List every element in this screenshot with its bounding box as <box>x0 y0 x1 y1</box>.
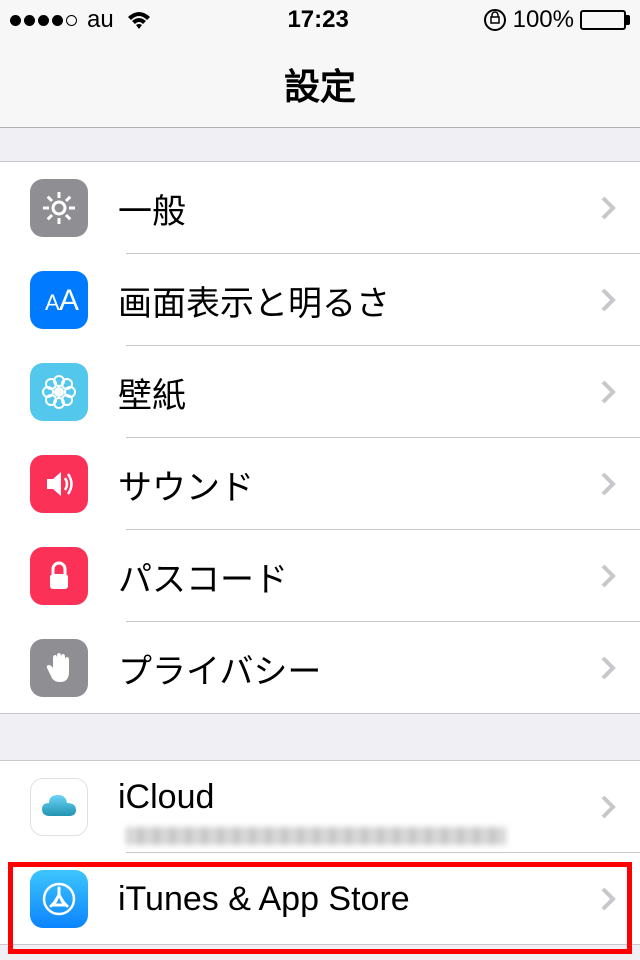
chevron-right-icon <box>600 794 616 820</box>
row-label: パスコード <box>118 552 600 601</box>
chevron-right-icon <box>600 195 616 221</box>
chevron-right-icon <box>600 471 616 497</box>
settings-group-2: iCloud iTunes & App Store <box>0 761 640 945</box>
row-general[interactable]: 一般 <box>0 162 640 254</box>
orientation-lock-icon <box>483 8 507 32</box>
chevron-right-icon <box>600 287 616 313</box>
chevron-right-icon <box>600 886 616 912</box>
settings-group-1: 一般 AA 画面表示と明るさ 壁紙 サウンド パスコード <box>0 162 640 714</box>
row-label: iTunes & App Store <box>118 880 600 919</box>
row-label: 一般 <box>118 184 600 233</box>
battery-percent: 100% <box>513 6 574 34</box>
icloud-account-redacted <box>126 827 506 845</box>
hand-icon <box>30 639 88 697</box>
row-label: 画面表示と明るさ <box>118 276 600 325</box>
row-label: サウンド <box>118 460 600 509</box>
chevron-right-icon <box>600 655 616 681</box>
text-size-icon: AA <box>30 271 88 329</box>
signal-strength-icon <box>10 15 77 26</box>
row-label: iCloud <box>118 778 600 817</box>
gear-icon <box>30 179 88 237</box>
svg-text:A: A <box>59 284 79 317</box>
nav-bar: 設定 <box>0 40 640 128</box>
row-passcode[interactable]: パスコード <box>0 530 640 622</box>
group-spacer <box>0 128 640 162</box>
carrier-label: au <box>87 6 114 34</box>
row-wallpaper[interactable]: 壁紙 <box>0 346 640 438</box>
row-sounds[interactable]: サウンド <box>0 438 640 530</box>
wifi-icon <box>124 9 154 31</box>
clock: 17:23 <box>287 6 348 34</box>
chevron-right-icon <box>600 379 616 405</box>
row-icloud[interactable]: iCloud <box>0 761 640 853</box>
page-title: 設定 <box>284 58 356 110</box>
row-privacy[interactable]: プライバシー <box>0 622 640 714</box>
battery-icon <box>580 10 630 30</box>
speaker-icon <box>30 455 88 513</box>
status-bar: au 17:23 100% <box>0 0 640 40</box>
group-spacer <box>0 713 640 761</box>
row-label: プライバシー <box>118 644 600 693</box>
svg-text:A: A <box>45 290 60 315</box>
row-display-brightness[interactable]: AA 画面表示と明るさ <box>0 254 640 346</box>
cloud-icon <box>30 778 88 836</box>
status-right: 100% <box>483 6 630 34</box>
flower-icon <box>30 363 88 421</box>
row-label: 壁紙 <box>118 368 600 417</box>
status-left: au <box>10 6 154 34</box>
row-itunes-appstore[interactable]: iTunes & App Store <box>0 853 640 945</box>
appstore-icon <box>30 870 88 928</box>
lock-icon <box>30 547 88 605</box>
chevron-right-icon <box>600 563 616 589</box>
